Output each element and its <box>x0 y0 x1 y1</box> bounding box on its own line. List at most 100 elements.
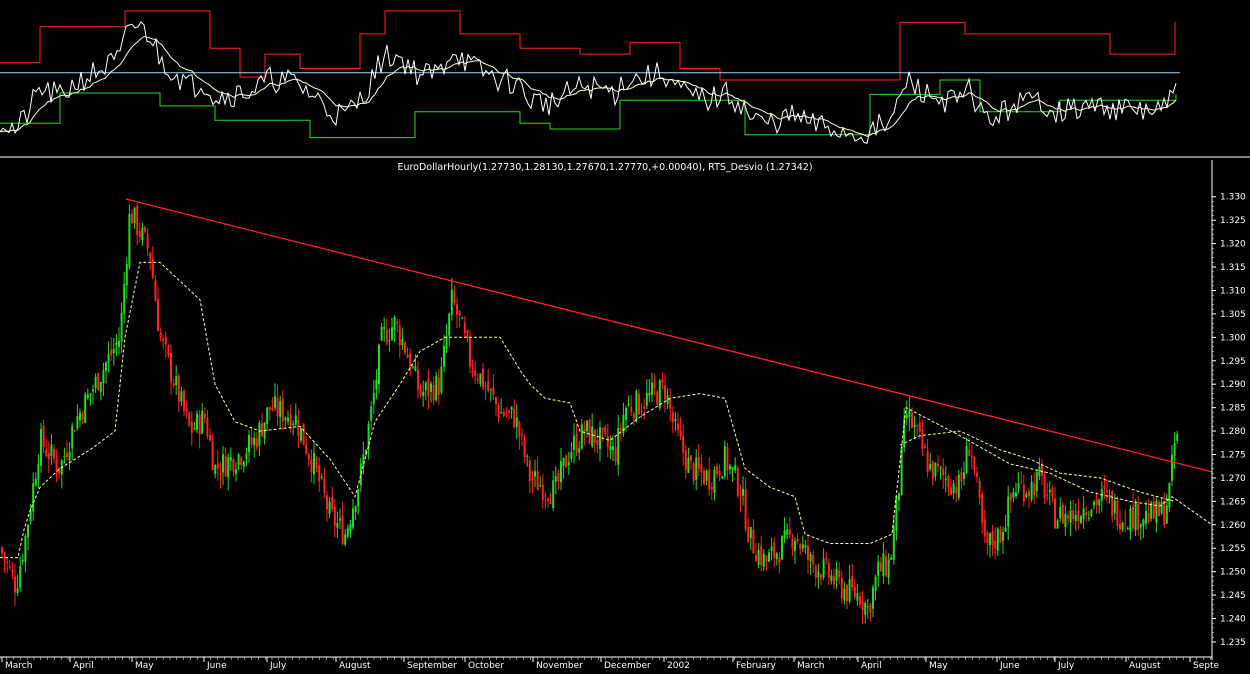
candle-body <box>359 463 362 486</box>
candle-body <box>1124 522 1127 524</box>
candle-body <box>554 476 557 482</box>
candle-body <box>1111 491 1114 516</box>
candle-body <box>432 384 435 401</box>
candle-body <box>193 428 196 430</box>
x-tick-label: June <box>999 661 1020 670</box>
x-tick-label: December <box>604 661 651 670</box>
candle-body <box>742 489 744 496</box>
candle-body <box>411 366 414 368</box>
candle-body <box>518 421 521 437</box>
candle-body <box>1051 487 1054 497</box>
candle-body <box>937 464 939 467</box>
candle-body <box>749 526 752 539</box>
candle-body <box>63 456 66 458</box>
candle-body <box>916 425 919 427</box>
x-tick-label: March <box>5 661 32 670</box>
candle-body <box>866 606 869 608</box>
candle-body <box>352 508 354 528</box>
candle-body <box>757 550 760 565</box>
candle-body <box>1145 510 1147 524</box>
candle-body <box>887 559 890 578</box>
candle-body <box>591 426 594 447</box>
y-tick-label: 1.315 <box>1220 263 1246 273</box>
candle-body <box>380 326 383 341</box>
x-tick-label: August <box>1129 661 1161 670</box>
candle-body <box>996 528 999 551</box>
candle-body <box>908 410 911 418</box>
candle-body <box>419 385 422 396</box>
candle <box>1116 496 1119 530</box>
candle-body <box>978 481 981 499</box>
candle-body <box>443 346 445 367</box>
candle-body <box>245 453 248 459</box>
candle-body <box>157 299 159 331</box>
candle-body <box>492 387 495 395</box>
candle-body <box>406 354 409 358</box>
y-tick-label: 1.250 <box>1220 568 1246 578</box>
candle-body <box>1134 502 1137 530</box>
candle-body <box>534 471 536 477</box>
candle-body <box>97 373 100 391</box>
candle-body <box>601 427 604 430</box>
candle-body <box>1041 464 1043 476</box>
candle-body <box>177 375 180 403</box>
x-tick-label: March <box>797 661 824 670</box>
candle-body <box>669 398 672 409</box>
candle-body <box>848 578 851 602</box>
candle-body <box>950 487 952 495</box>
candle-body <box>336 522 339 528</box>
candle-body <box>814 565 817 578</box>
candle-body <box>1113 500 1116 514</box>
candle-body <box>242 461 245 467</box>
candle-body <box>240 457 243 466</box>
candle-body <box>921 429 924 449</box>
candle-body <box>734 465 737 471</box>
candle-body <box>835 568 838 581</box>
candle-body <box>1025 493 1028 498</box>
candle-body <box>1069 510 1072 523</box>
candle-body <box>1139 524 1142 528</box>
candle-body <box>892 526 895 561</box>
candle-body <box>235 469 237 475</box>
candle <box>40 422 42 473</box>
candle-body <box>994 540 997 549</box>
candle-body <box>489 389 492 391</box>
candle-body <box>640 410 643 412</box>
y-tick-label: 1.330 <box>1220 193 1246 203</box>
candle-body <box>131 213 133 224</box>
x-tick-label: September <box>407 661 457 670</box>
y-tick-label: 1.295 <box>1220 357 1246 367</box>
candle-body <box>1077 510 1080 522</box>
candle-body <box>268 406 271 410</box>
candle-body <box>619 427 622 431</box>
candle-body <box>274 396 276 408</box>
candle-body <box>697 457 700 469</box>
candle-body <box>1160 501 1163 514</box>
candle-body <box>827 562 830 578</box>
candle-body <box>622 415 625 434</box>
candle-body <box>539 485 542 487</box>
candle-body <box>1056 520 1059 529</box>
candle-body <box>354 506 357 512</box>
candle-body <box>560 461 562 483</box>
candle-body <box>94 376 97 389</box>
candle-body <box>851 576 854 588</box>
candle-body <box>203 414 206 419</box>
candle-body <box>1015 492 1017 497</box>
candle-body <box>1142 519 1145 526</box>
candle-body <box>328 501 331 514</box>
candle-body <box>692 463 695 482</box>
candle-body <box>1046 494 1049 496</box>
candle <box>97 372 100 392</box>
candle-body <box>1103 486 1106 489</box>
candle-body <box>736 467 739 496</box>
candle-body <box>885 556 887 576</box>
candle <box>658 379 661 411</box>
candle-body <box>383 326 386 329</box>
candle-body <box>565 455 568 468</box>
candle-body <box>45 449 48 456</box>
candle-body <box>593 429 596 443</box>
candle-body <box>510 406 513 411</box>
y-tick-label: 1.280 <box>1220 427 1246 437</box>
candle-body <box>292 423 295 426</box>
